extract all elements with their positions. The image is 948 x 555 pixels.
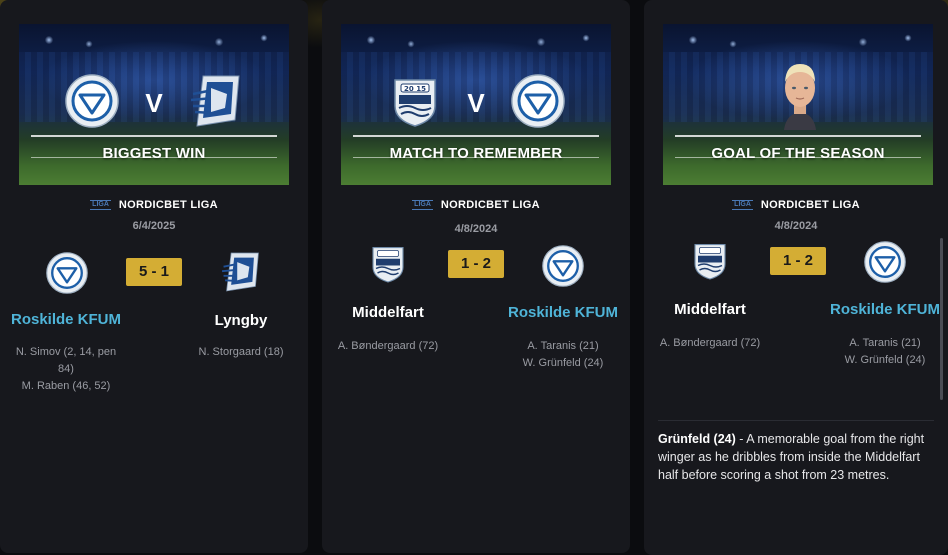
banner-title: BIGGEST WIN — [102, 145, 206, 162]
score-badge: 1 - 2 — [770, 247, 826, 275]
score-badge: 1 - 2 — [448, 250, 504, 278]
banner-title: MATCH TO REMEMBER — [389, 145, 563, 162]
league-logo-icon: LIGA — [732, 200, 753, 210]
biggest-win-card[interactable]: V BIGGEST WIN LIGA NORDICBET LIGA 6/4/20… — [0, 0, 308, 553]
league-row: LIGA NORDICBET LIGA — [644, 199, 948, 211]
away-team-crest-icon[interactable] — [220, 250, 262, 299]
roskilde-kfum-crest-icon — [65, 74, 119, 133]
away-scorers: A. Taranis (21) W. Grünfeld (24) — [498, 338, 628, 372]
scorer-line: A. Taranis (21) — [527, 340, 599, 352]
away-scorers: A. Taranis (21) W. Grünfeld (24) — [820, 335, 948, 369]
score-badge: 5 - 1 — [126, 258, 182, 286]
away-team-name[interactable]: Roskilde KFUM — [820, 301, 948, 318]
svg-text:20 15: 20 15 — [404, 85, 426, 93]
away-scorers: N. Storgaard (18) — [176, 344, 306, 361]
scorer-line: W. Grünfeld (24) — [844, 354, 926, 366]
league-logo-icon: LIGA — [90, 200, 111, 210]
scorer-line: N. Storgaard (18) — [198, 346, 284, 358]
versus-label: V — [467, 88, 485, 118]
goal-description: Grünfeld (24) - A memorable goal from th… — [658, 430, 930, 484]
home-team-crest-icon[interactable] — [46, 252, 88, 299]
league-name: NORDICBET LIGA — [440, 199, 540, 211]
scrollbar[interactable] — [940, 238, 943, 400]
scorer-line: A. Bøndergaard (72) — [337, 340, 439, 352]
league-logo-icon: LIGA — [412, 200, 433, 210]
player-portrait-icon — [778, 56, 822, 134]
away-team-name[interactable]: Lyngby — [176, 312, 306, 329]
league-name: NORDICBET LIGA — [760, 199, 860, 211]
match-date: 6/4/2025 — [132, 220, 176, 232]
banner-title: GOAL OF THE SEASON — [711, 145, 885, 162]
home-team-name[interactable]: Middelfart — [645, 301, 775, 318]
home-scorers: A. Bøndergaard (72) — [323, 338, 453, 355]
scorer-line: N. Simov (2, 14, pen 84) — [15, 346, 117, 375]
match-date: 4/8/2024 — [454, 223, 498, 235]
home-scorers: A. Bøndergaard (72) — [645, 335, 775, 352]
middelfart-crest-icon: 20 15 — [391, 76, 439, 133]
banner-image: 20 15 V MATCH TO REMEMBER — [341, 24, 611, 185]
goal-of-the-season-card[interactable]: GOAL OF THE SEASON LIGA NORDICBET LIGA 4… — [644, 0, 948, 555]
scorer-line: A. Bøndergaard (72) — [659, 337, 761, 349]
league-row: LIGA NORDICBET LIGA — [0, 199, 308, 211]
scorer-line: W. Grünfeld (24) — [522, 357, 604, 369]
versus-label: V — [145, 88, 163, 118]
home-team-name[interactable]: Middelfart — [323, 304, 453, 321]
league-name: NORDICBET LIGA — [118, 199, 218, 211]
match-to-remember-card[interactable]: 20 15 V MATCH TO REMEMBER LIGA NORDICBET… — [322, 0, 630, 553]
home-team-crest-icon[interactable] — [692, 241, 728, 286]
banner-image: V BIGGEST WIN — [19, 24, 289, 185]
home-scorers: N. Simov (2, 14, pen 84) M. Raben (46, 5… — [1, 344, 131, 395]
scorer-line: A. Taranis (21) — [849, 337, 921, 349]
home-team-crest-icon[interactable] — [370, 244, 406, 289]
away-team-crest-icon[interactable] — [542, 245, 584, 292]
banner-image: GOAL OF THE SEASON — [663, 24, 933, 185]
away-team-crest-icon[interactable] — [864, 241, 906, 288]
match-date: 4/8/2024 — [774, 220, 818, 232]
home-team-name[interactable]: Roskilde KFUM — [1, 311, 131, 328]
scorer-line: M. Raben (46, 52) — [21, 380, 111, 392]
lyngby-crest-icon — [189, 72, 243, 135]
divider — [658, 420, 934, 421]
away-team-name[interactable]: Roskilde KFUM — [498, 304, 628, 321]
goal-scorer-label: Grünfeld (24) — [658, 432, 736, 446]
league-row: LIGA NORDICBET LIGA — [322, 199, 630, 211]
roskilde-kfum-crest-icon — [511, 74, 565, 133]
